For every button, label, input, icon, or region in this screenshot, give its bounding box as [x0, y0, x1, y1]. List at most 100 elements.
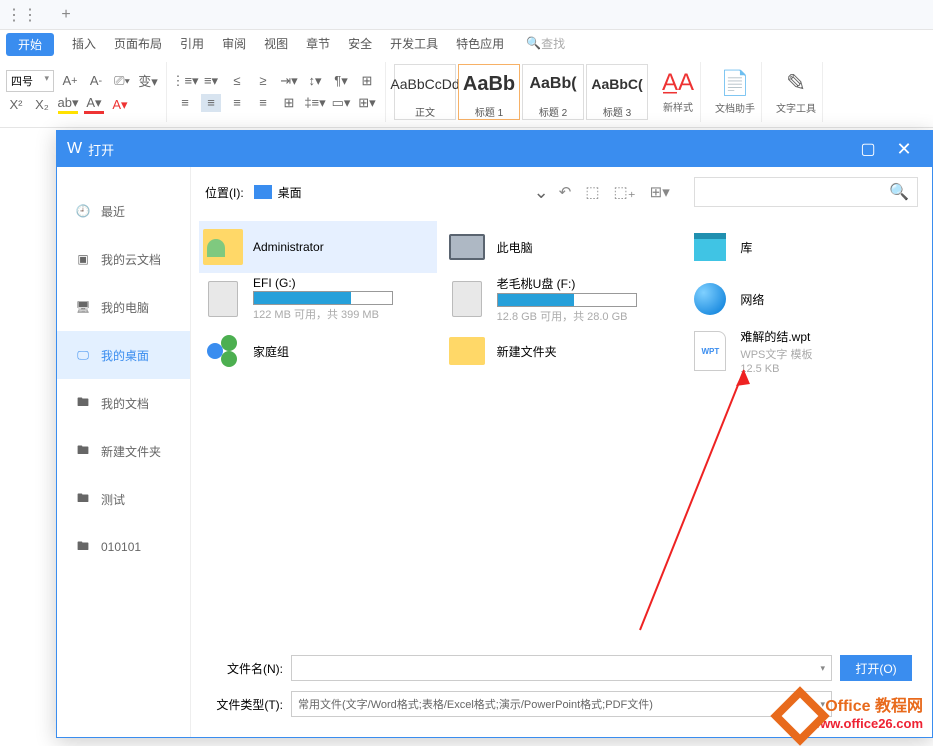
folder-icon — [449, 337, 485, 365]
filetype-select[interactable]: 常用文件(文字/Word格式;表格/Excel格式;演示/PowerPoint格… — [291, 691, 832, 717]
new-tab-button[interactable]: + — [44, 3, 88, 27]
file-item-wpt[interactable]: WPT 难解的结.wpt WPS文字 模板 12.5 KB — [686, 325, 924, 377]
open-dialog: W 打开 ▢ ✕ 🕘最近 ▣我的云文档 🖥我的电脑 🖵我的桌面 🖿我的文档 🖿新… — [56, 130, 933, 738]
maximize-button[interactable]: ▢ — [850, 135, 886, 163]
align-left-icon[interactable]: ≡ — [175, 94, 195, 112]
sidebar-item-test[interactable]: 🖿测试 — [57, 475, 190, 523]
dialog-title: 打开 — [88, 140, 850, 159]
drive-icon — [452, 281, 482, 317]
new-style-button[interactable]: A̲A新样式 — [656, 62, 701, 122]
menu-start[interactable]: 开始 — [6, 33, 54, 56]
drive-icon — [208, 281, 238, 317]
style-body[interactable]: AaBbCcDd正文 — [394, 64, 456, 120]
back-icon[interactable]: ↶ — [559, 183, 572, 201]
superscript-icon[interactable]: X² — [6, 96, 26, 114]
dialog-sidebar: 🕘最近 ▣我的云文档 🖥我的电脑 🖵我的桌面 🖿我的文档 🖿新建文件夹 🖿测试 … — [57, 167, 191, 737]
file-item-efi[interactable]: EFI (G:) 122 MB 可用，共 399 MB — [199, 273, 437, 325]
filename-input[interactable]: ▾ — [291, 655, 832, 681]
sidebar-item-010101[interactable]: 🖿010101 — [57, 523, 190, 571]
location-select[interactable]: 桌面 — [254, 184, 454, 201]
location-label: 位置(I): — [205, 184, 244, 201]
dropdown-icon[interactable]: ⌄ — [534, 182, 549, 203]
style-heading2[interactable]: AaBb(标题 2 — [522, 64, 584, 120]
wps-logo-icon: W — [67, 140, 82, 158]
clock-icon: 🕘 — [75, 203, 91, 219]
numbering-icon[interactable]: ≡▾ — [201, 72, 221, 90]
dialog-titlebar: W 打开 ▢ ✕ — [57, 131, 932, 167]
border-icon[interactable]: ⊞▾ — [357, 94, 377, 112]
align-justify-icon[interactable]: ≡ — [253, 94, 273, 112]
file-item-newfolder[interactable]: 新建文件夹 — [443, 325, 681, 377]
open-button[interactable]: 打开(O) — [840, 655, 912, 681]
menu-layout[interactable]: 页面布局 — [114, 35, 162, 52]
decrease-indent-icon[interactable]: ≤ — [227, 72, 247, 90]
bullets-icon[interactable]: ⋮≡▾ — [175, 72, 195, 90]
file-item-network[interactable]: 网络 — [686, 273, 924, 325]
font-color-icon[interactable]: A▾ — [84, 96, 104, 114]
cloud-icon: ▣ — [75, 251, 91, 267]
style-heading1[interactable]: AaBb标题 1 — [458, 64, 520, 120]
user-folder-icon — [203, 229, 243, 265]
increase-indent-icon[interactable]: ≥ — [253, 72, 273, 90]
menu-view[interactable]: 视图 — [264, 35, 288, 52]
up-icon[interactable]: ⬚ — [585, 183, 599, 201]
shading-icon[interactable]: ▭▾ — [331, 94, 351, 112]
align-right-icon[interactable]: ≡ — [227, 94, 247, 112]
menu-review[interactable]: 审阅 — [222, 35, 246, 52]
menu-reference[interactable]: 引用 — [180, 35, 204, 52]
search-box[interactable]: 🔍 — [694, 177, 918, 207]
library-icon — [694, 233, 726, 261]
file-item-homegroup[interactable]: 家庭组 — [199, 325, 437, 377]
menu-dev[interactable]: 开发工具 — [390, 35, 438, 52]
menubar: 开始 插入 页面布局 引用 审阅 视图 章节 安全 开发工具 特色应用 🔍 查找 — [0, 30, 933, 56]
change-case-icon[interactable]: 变▾ — [138, 72, 158, 90]
desktop-icon: 🖵 — [75, 347, 91, 363]
sidebar-item-recent[interactable]: 🕘最近 — [57, 187, 190, 235]
font-size-select[interactable]: 四号▾ — [6, 70, 54, 92]
doc-helper-button[interactable]: 📄文档助手 — [709, 62, 762, 122]
distribute-icon[interactable]: ⊞ — [279, 94, 299, 112]
new-folder-icon[interactable]: ⬚₊ — [614, 183, 636, 201]
sidebar-item-pc[interactable]: 🖥我的电脑 — [57, 283, 190, 331]
decrease-font-icon[interactable]: A- — [86, 72, 106, 90]
network-icon — [694, 283, 726, 315]
view-icon[interactable]: ⊞▾ — [650, 183, 670, 201]
line-spacing-icon[interactable]: ‡≡▾ — [305, 94, 325, 112]
highlight-icon[interactable]: ab▾ — [58, 96, 78, 114]
increase-font-icon[interactable]: A+ — [60, 72, 80, 90]
menu-security[interactable]: 安全 — [348, 35, 372, 52]
text-tool-button[interactable]: ✎文字工具 — [770, 62, 823, 122]
sidebar-item-documents[interactable]: 🖿我的文档 — [57, 379, 190, 427]
clear-format-icon[interactable]: ⎚▾ — [112, 72, 132, 90]
tab-handle-icon: ⋮⋮ — [0, 3, 44, 27]
homegroup-icon — [207, 335, 239, 367]
file-item-admin[interactable]: Administrator — [199, 221, 437, 273]
styles-gallery[interactable]: AaBbCcDd正文 AaBb标题 1 AaBb(标题 2 AaBbC(标题 3 — [394, 64, 648, 120]
folder-icon: 🖿 — [75, 395, 91, 411]
folder-icon: 🖿 — [75, 443, 91, 459]
file-item-library[interactable]: 库 — [686, 221, 924, 273]
menu-insert[interactable]: 插入 — [72, 35, 96, 52]
subscript-icon[interactable]: X₂ — [32, 96, 52, 114]
style-heading3[interactable]: AaBbC(标题 3 — [586, 64, 648, 120]
sidebar-item-cloud[interactable]: ▣我的云文档 — [57, 235, 190, 283]
tab-icon[interactable]: ⇥▾ — [279, 72, 299, 90]
menu-special[interactable]: 特色应用 — [456, 35, 504, 52]
sort-icon[interactable]: ↕▾ — [305, 72, 325, 90]
search-icon[interactable]: 🔍 — [889, 182, 909, 202]
search-input[interactable] — [703, 185, 889, 199]
show-marks-icon[interactable]: ⊞ — [357, 72, 377, 90]
folder-icon: 🖿 — [75, 539, 91, 555]
sidebar-item-desktop[interactable]: 🖵我的桌面 — [57, 331, 190, 379]
menu-chapter[interactable]: 章节 — [306, 35, 330, 52]
computer-icon — [449, 234, 485, 260]
text-effect-icon[interactable]: A▾ — [110, 96, 130, 114]
menu-search[interactable]: 🔍 查找 — [526, 35, 565, 52]
file-item-usb[interactable]: 老毛桃U盘 (F:) 12.8 GB 可用，共 28.0 GB — [443, 273, 681, 325]
filetype-label: 文件类型(T): — [211, 696, 283, 713]
close-button[interactable]: ✕ — [886, 135, 922, 163]
file-item-thispc[interactable]: 此电脑 — [443, 221, 681, 273]
align-center-icon[interactable]: ≡ — [201, 94, 221, 112]
paragraph-icon[interactable]: ¶▾ — [331, 72, 351, 90]
sidebar-item-newfolder[interactable]: 🖿新建文件夹 — [57, 427, 190, 475]
